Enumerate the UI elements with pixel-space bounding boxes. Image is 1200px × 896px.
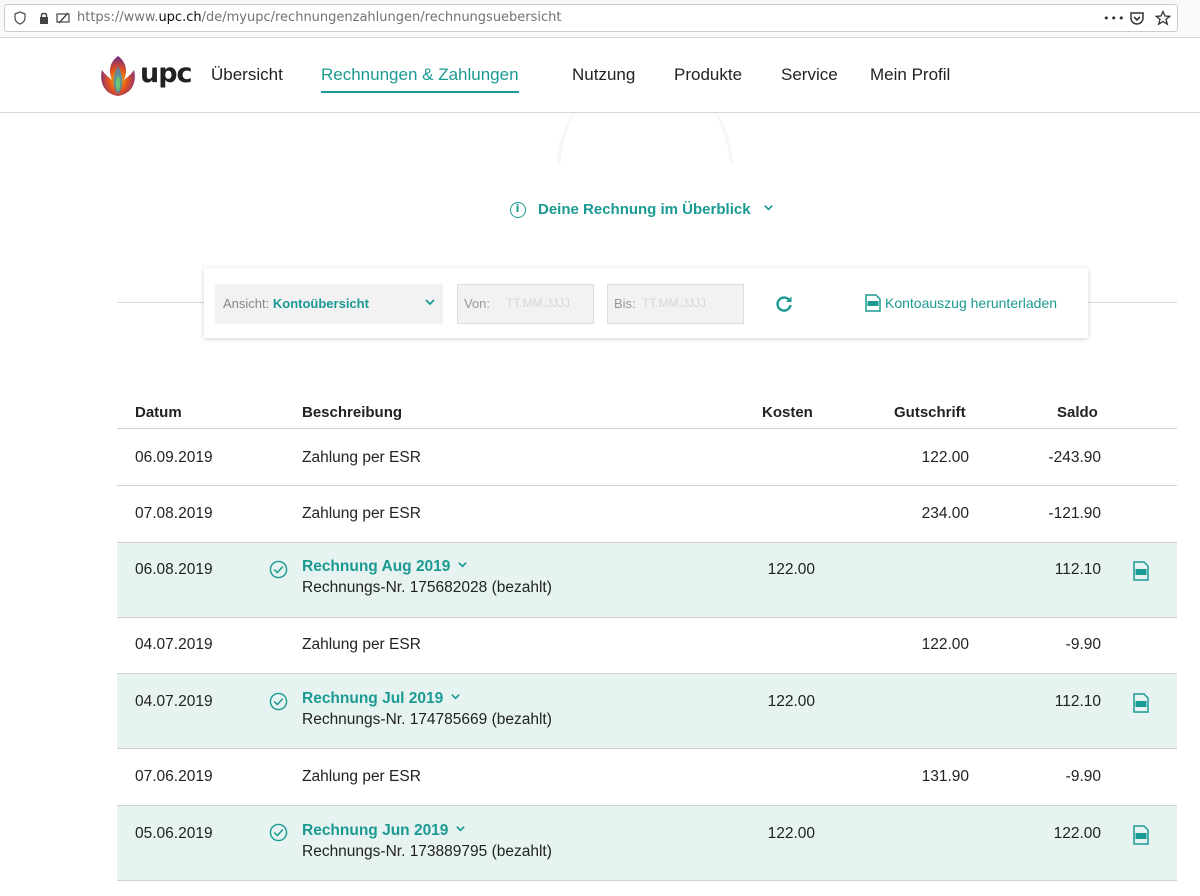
row-credit: 131.90 [921, 768, 969, 785]
overview-toggle[interactable]: Deine Rechnung im Überblick [538, 201, 774, 218]
row-balance: -243.90 [1048, 449, 1101, 466]
refresh-icon[interactable] [774, 294, 794, 314]
page-actions-menu-icon[interactable]: ••• [1103, 12, 1125, 25]
table-row-invoice: 04.07.2019 Rechnung Jul 2019 Rechnungs-N… [117, 674, 1177, 749]
table-row-invoice: 05.06.2019 Rechnung Jun 2019 Rechnungs-N… [117, 806, 1177, 881]
check-circle-icon [269, 692, 288, 711]
info-icon[interactable] [510, 202, 526, 218]
invoice-number: Rechnungs-Nr. 173889795 (bezahlt) [302, 843, 552, 860]
table-row: 06.09.2019 Zahlung per ESR 122.00 -243.9… [117, 429, 1177, 486]
to-date-input[interactable]: Bis: TT.MM.JJJJ [607, 284, 744, 324]
table-row: 07.08.2019 Zahlung per ESR 234.00 -121.9… [117, 486, 1177, 543]
row-date: 04.07.2019 [135, 636, 213, 653]
col-header-cost: Kosten [762, 404, 813, 421]
summary-circle [560, 113, 730, 163]
row-balance: -121.90 [1048, 505, 1101, 522]
nav-rechnungen-zahlungen[interactable]: Rechnungen & Zahlungen [321, 65, 519, 93]
nav-mein-profil[interactable]: Mein Profil [870, 65, 950, 85]
invoice-number: Rechnungs-Nr. 174785669 (bezahlt) [302, 711, 552, 728]
invoice-number: Rechnungs-Nr. 175682028 (bezahlt) [302, 579, 552, 596]
row-date: 05.06.2019 [135, 825, 213, 842]
overview-label: Deine Rechnung im Überblick [538, 201, 751, 218]
to-date-placeholder: TT.MM.JJJJ [642, 296, 706, 310]
row-credit: 122.00 [921, 449, 969, 466]
row-date: 04.07.2019 [135, 693, 213, 710]
nav-service[interactable]: Service [781, 65, 838, 85]
row-credit: 122.00 [921, 636, 969, 653]
row-date: 06.09.2019 [135, 449, 213, 466]
pdf-icon[interactable] [1132, 561, 1150, 581]
col-header-credit: Gutschrift [894, 404, 966, 421]
chevron-down-icon [458, 562, 468, 568]
row-date: 06.08.2019 [135, 561, 213, 578]
url-text[interactable]: https://www.upc.ch/de/myupc/rechnungenza… [77, 10, 562, 25]
upc-logo[interactable]: upc [98, 54, 193, 98]
row-description: Zahlung per ESR [302, 768, 421, 785]
to-date-label: Bis: [614, 296, 636, 311]
invoice-toggle[interactable]: Rechnung Jul 2019 [302, 690, 461, 708]
logo-text: upc [140, 58, 193, 89]
table-row-invoice: 06.08.2019 Rechnung Aug 2019 Rechnungs-N… [117, 543, 1177, 618]
bookmark-star-icon[interactable] [1155, 10, 1171, 26]
chevron-down-icon [425, 299, 435, 306]
summary-circle-clip [0, 113, 1200, 163]
view-select-text: Ansicht: Kontoübersicht [223, 296, 369, 311]
from-date-input[interactable]: Von: TT.MM.JJJJ [457, 284, 594, 324]
browser-toolbar: https://www.upc.ch/de/myupc/rechnungenza… [0, 0, 1200, 38]
lock-icon[interactable] [37, 11, 51, 25]
row-description: Zahlung per ESR [302, 449, 421, 466]
row-balance: -9.90 [1065, 636, 1101, 653]
invoice-toggle[interactable]: Rechnung Aug 2019 [302, 558, 468, 576]
row-balance: -9.90 [1065, 768, 1101, 785]
permissions-icon[interactable] [56, 11, 70, 25]
chevron-down-icon [451, 694, 461, 700]
from-date-placeholder: TT.MM.JJJJ [506, 296, 570, 310]
check-circle-icon [269, 823, 288, 842]
site-header: upc Übersicht Rechnungen & Zahlungen Nut… [0, 38, 1200, 113]
row-description: Zahlung per ESR [302, 505, 421, 522]
from-date-label: Von: [464, 296, 491, 311]
pocket-icon[interactable] [1129, 10, 1145, 26]
download-statement-link[interactable]: Kontoauszug herunterladen [885, 295, 1057, 311]
check-circle-icon [269, 560, 288, 579]
invoice-toggle[interactable]: Rechnung Jun 2019 [302, 822, 466, 840]
row-balance: 122.00 [1053, 825, 1101, 842]
chevron-down-icon [763, 205, 773, 211]
view-select[interactable]: Ansicht: Kontoübersicht [215, 284, 443, 324]
table-row: 07.06.2019 Zahlung per ESR 131.90 -9.90 [117, 749, 1177, 806]
row-cost: 122.00 [767, 825, 815, 842]
col-header-balance: Saldo [1057, 404, 1098, 421]
nav-nutzung[interactable]: Nutzung [572, 65, 635, 85]
row-cost: 122.00 [767, 561, 815, 578]
col-header-description: Beschreibung [302, 404, 403, 421]
nav-produkte[interactable]: Produkte [674, 65, 742, 85]
filter-bar: Ansicht: Kontoübersicht Von: TT.MM.JJJJ … [204, 268, 1088, 338]
row-balance: 112.10 [1054, 561, 1101, 578]
address-bar[interactable]: https://www.upc.ch/de/myupc/rechnungenza… [4, 4, 1178, 32]
pdf-download-icon[interactable] [864, 294, 882, 312]
row-cost: 122.00 [767, 693, 815, 710]
row-credit: 234.00 [921, 505, 969, 522]
row-balance: 112.10 [1054, 693, 1101, 710]
row-date: 07.08.2019 [135, 505, 213, 522]
col-header-date: Datum [135, 404, 182, 421]
shield-icon[interactable] [13, 11, 27, 25]
table-row: 04.07.2019 Zahlung per ESR 122.00 -9.90 [117, 618, 1177, 674]
row-date: 07.06.2019 [135, 768, 213, 785]
row-description: Zahlung per ESR [302, 636, 421, 653]
pdf-icon[interactable] [1132, 693, 1150, 713]
upc-logo-icon [101, 56, 135, 96]
nav-uebersicht[interactable]: Übersicht [211, 65, 283, 85]
pdf-icon[interactable] [1132, 825, 1150, 845]
chevron-down-icon [456, 826, 466, 832]
